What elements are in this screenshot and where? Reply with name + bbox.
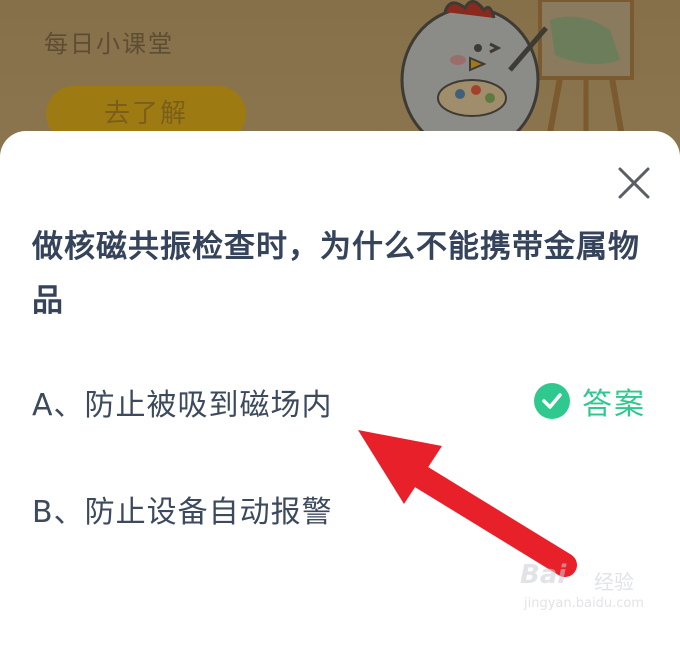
watermark-brand: Bai [520, 560, 567, 590]
option-b[interactable]: B、防止设备自动报警 [32, 487, 333, 531]
close-icon[interactable] [616, 165, 652, 201]
option-a[interactable]: A、防止被吸到磁场内 [32, 380, 333, 424]
banner-subtitle: 每日小课堂 [44, 30, 174, 58]
watermark-url: jingyan.baidu.com [524, 596, 644, 611]
answer-label: 答案 [582, 387, 646, 422]
baidu-jingyan-watermark: Bai 经验 jingyan.baidu.com [520, 560, 670, 620]
watermark-brand-cn: 经验 [594, 570, 634, 594]
check-circle-icon [534, 383, 570, 419]
question-text: 做核磁共振检查时，为什么不能携带金属物品 [32, 229, 640, 319]
answer-badge: 答案 [534, 379, 646, 423]
